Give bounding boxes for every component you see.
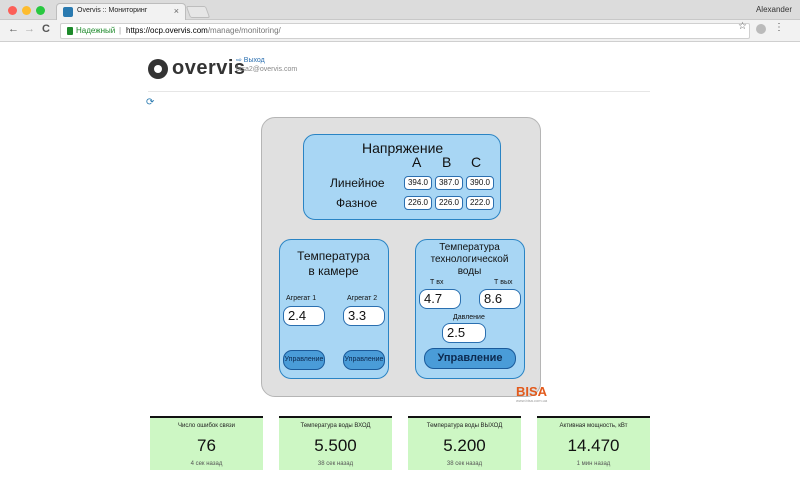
browser-menu-icon[interactable]: ⋮ [774, 22, 784, 33]
extension-icon[interactable] [756, 24, 766, 34]
unit1-control-button[interactable]: Управление [283, 350, 325, 370]
unit1-label: Агрегат 1 [286, 295, 317, 302]
phase-voltage-b: 226.0 [435, 196, 463, 210]
card-value: 5.200 [443, 436, 486, 455]
chamber-title-line2: в камере [308, 264, 359, 278]
bisa-logo: BISA [516, 384, 548, 399]
tab-title: Overvis :: Мониторинг [77, 7, 148, 14]
new-tab-button[interactable] [185, 6, 211, 18]
chamber-temperature-box: Температура в камере Агрегат 1 Агрегат 2… [279, 239, 389, 379]
line-voltage-b: 387.0 [435, 176, 463, 190]
card-title: Температура воды ВЫХОД [426, 423, 503, 429]
address-bar-row: ← → C Надежный | https://ocp.overvis.com… [0, 20, 800, 42]
tab-close-icon[interactable]: × [174, 6, 179, 16]
inlet-water-temperature: 4.7 [419, 289, 461, 309]
metric-card-water-in: Температура воды ВХОД 5.500 38 сек назад [279, 416, 392, 470]
bookmark-star-icon[interactable]: ☆ [738, 21, 747, 32]
reload-icon[interactable]: C [42, 23, 50, 35]
refresh-icon[interactable]: ⟳ [146, 97, 154, 108]
card-value: 76 [197, 436, 216, 455]
water-title-line2: технологической [430, 254, 509, 265]
browser-titlebar: Overvis :: Мониторинг × Alexander [0, 0, 800, 20]
line-voltage-c: 390.0 [466, 176, 494, 190]
card-title: Число ошибок связи [178, 423, 235, 429]
phase-b-label: B [442, 154, 452, 170]
unit2-temperature: 3.3 [343, 306, 385, 326]
url-separator: | [119, 26, 122, 35]
user-email: bisa2@overvis.com [236, 66, 298, 73]
browser-tab[interactable]: Overvis :: Мониторинг × [56, 3, 186, 20]
bisa-url: www.bisa.com.ua [516, 398, 548, 403]
maximize-window-icon[interactable] [36, 6, 45, 15]
line-voltage-label: Линейное [330, 176, 385, 190]
metric-card-link-errors: Число ошибок связи 76 4 сек назад [150, 416, 263, 470]
minimize-window-icon[interactable] [22, 6, 31, 15]
card-time: 1 мин назад [576, 461, 611, 467]
back-arrow-icon[interactable]: ← [8, 23, 19, 35]
logo-text: overvis [172, 57, 246, 79]
card-time: 38 сек назад [317, 461, 354, 467]
phase-voltage-label: Фазное [336, 196, 378, 210]
card-time: 38 сек назад [446, 461, 483, 467]
unit1-temperature: 2.4 [283, 306, 325, 326]
monitoring-panel: Напряжение A B C Линейное 394.0 387.0 39… [261, 117, 547, 403]
chamber-title-line1: Температура [297, 249, 370, 263]
logout-link[interactable]: ⇨ Выход [236, 56, 265, 64]
metric-card-water-out: Температура воды ВЫХОД 5.200 38 сек наза… [408, 416, 521, 470]
phase-voltage-c: 222.0 [466, 196, 494, 210]
water-control-button[interactable]: Управление [424, 348, 516, 369]
voltage-title: Напряжение [362, 140, 444, 156]
line-voltage-a: 394.0 [404, 176, 432, 190]
lock-icon [67, 27, 73, 35]
water-title-line1: Температура [439, 242, 500, 253]
forward-arrow-icon[interactable]: → [24, 23, 35, 35]
card-value: 14.470 [567, 436, 620, 455]
outlet-temp-label: Т вых [494, 279, 513, 286]
header-divider [148, 91, 650, 92]
unit2-control-button[interactable]: Управление [343, 350, 385, 370]
phase-c-label: C [471, 154, 482, 170]
secure-label: Надежный [76, 26, 116, 35]
card-value: 5.500 [314, 436, 357, 455]
url-path: /manage/monitoring/ [207, 26, 281, 35]
card-title: Температура воды ВХОД [300, 423, 371, 429]
water-title-line3: воды [457, 266, 482, 277]
overvis-favicon-icon [63, 7, 73, 17]
phase-a-label: A [412, 154, 422, 170]
pressure-label: Давление [453, 314, 485, 321]
overvis-logo-icon [148, 59, 168, 79]
water-temperature-box: Температура технологической воды Т вх Т … [415, 239, 525, 379]
url-text: https://ocp.overvis.com/manage/monitorin… [126, 26, 281, 35]
card-title: Активная мощность, кВт [559, 423, 628, 429]
profile-name[interactable]: Alexander [756, 5, 792, 14]
close-window-icon[interactable] [8, 6, 17, 15]
inlet-temp-label: Т вх [430, 279, 444, 286]
water-pressure: 2.5 [442, 323, 486, 343]
url-field[interactable]: Надежный | https://ocp.overvis.com/manag… [60, 23, 750, 39]
url-host: https://ocp.overvis.com [126, 26, 208, 35]
outlet-water-temperature: 8.6 [479, 289, 521, 309]
phase-voltage-a: 226.0 [404, 196, 432, 210]
card-time: 4 сек назад [190, 461, 223, 467]
voltage-box: Напряжение A B C Линейное 394.0 387.0 39… [303, 134, 501, 220]
metric-card-active-power: Активная мощность, кВт 14.470 1 мин наза… [537, 416, 650, 470]
unit2-label: Агрегат 2 [347, 295, 378, 302]
